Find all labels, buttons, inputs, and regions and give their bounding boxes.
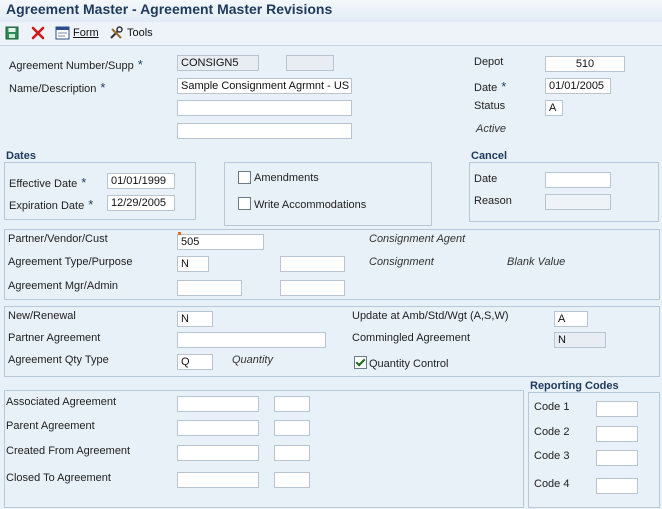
required-mark: * <box>81 175 87 190</box>
tools-menu-button[interactable]: Tools <box>109 25 153 41</box>
new-renewal-label: New/Renewal <box>8 310 76 322</box>
name-description-label-text: Name/Description <box>9 83 97 95</box>
reporting-codes-title: Reporting Codes <box>530 380 619 392</box>
cancel-reason-field[interactable] <box>545 194 611 210</box>
agreement-qty-type-description: Quantity <box>232 354 273 366</box>
agreement-type-description: Consignment <box>369 256 434 268</box>
depot-label: Depot <box>474 56 504 68</box>
required-marker-icon <box>178 232 181 235</box>
close-icon <box>31 26 45 40</box>
status-field[interactable]: A <box>545 100 563 116</box>
date-label: Date * <box>474 79 506 94</box>
associated-agreement-supp-field[interactable] <box>274 396 310 412</box>
new-renewal-field[interactable]: N <box>177 311 213 327</box>
status-label: Status <box>474 100 506 112</box>
code-4-label: Code 4 <box>534 478 570 490</box>
code-3-field[interactable] <box>596 450 638 466</box>
quantity-control-label: Quantity Control <box>369 358 449 370</box>
code-2-field[interactable] <box>596 426 638 442</box>
partner-description: Consignment Agent <box>369 233 466 245</box>
agreement-number-label-text: Agreement Number/Supp <box>9 60 134 72</box>
agreement-number-field[interactable]: CONSIGN5 <box>177 55 259 71</box>
expiration-date-label-text: Expiration Date <box>9 200 85 212</box>
form-menu-label: Form <box>73 27 99 39</box>
partner-agreement-field[interactable] <box>177 332 326 348</box>
closed-to-agreement-supp-field[interactable] <box>274 472 310 488</box>
agreement-supp-field[interactable] <box>286 55 334 71</box>
amendments-checkbox[interactable] <box>238 171 251 184</box>
parent-agreement-field[interactable] <box>177 420 259 436</box>
agreement-qty-type-label: Agreement Qty Type <box>8 354 109 366</box>
required-mark: * <box>100 80 106 95</box>
cancel-section-title: Cancel <box>471 150 508 162</box>
tools-menu-label: Tools <box>127 27 153 39</box>
agreement-number-label: Agreement Number/Supp * <box>9 57 143 72</box>
parent-agreement-label: Parent Agreement <box>6 420 95 432</box>
agreement-qty-type-field[interactable]: Q <box>177 354 213 370</box>
date-label-text: Date <box>474 82 498 94</box>
agreement-type-field[interactable]: N <box>177 256 209 272</box>
agreement-purpose-description: Blank Value <box>507 256 566 268</box>
effective-date-field[interactable]: 01/01/1999 <box>107 173 175 189</box>
effective-date-label: Effective Date * <box>9 175 86 190</box>
agreement-admin-field[interactable] <box>280 280 345 296</box>
dates-section-title: Dates <box>6 150 36 162</box>
quantity-control-checkbox[interactable] <box>354 356 367 369</box>
effective-date-label-text: Effective Date <box>9 178 78 190</box>
commingled-agreement-field[interactable]: N <box>554 332 606 348</box>
code-2-label: Code 2 <box>534 426 570 438</box>
code-4-field[interactable] <box>596 478 638 494</box>
title-bar: Agreement Master - Agreement Master Revi… <box>0 0 662 22</box>
save-button[interactable] <box>5 25 19 41</box>
closed-to-agreement-label: Closed To Agreement <box>6 472 111 484</box>
toolbar: Form Tools <box>0 22 662 46</box>
partner-agreement-label: Partner Agreement <box>8 332 101 344</box>
parent-agreement-supp-field[interactable] <box>274 420 310 436</box>
expiration-date-label: Expiration Date * <box>9 197 93 212</box>
write-accommodations-label: Write Accommodations <box>254 199 367 211</box>
date-field[interactable]: 01/01/2005 <box>545 78 611 94</box>
agreement-purpose-field[interactable] <box>280 256 345 272</box>
tools-icon <box>110 26 123 39</box>
code-1-field[interactable] <box>596 401 638 417</box>
agreement-type-purpose-label: Agreement Type/Purpose <box>8 256 133 268</box>
associated-agreement-field[interactable] <box>177 396 259 412</box>
code-1-label: Code 1 <box>534 401 570 413</box>
agreement-mgr-field[interactable] <box>177 280 242 296</box>
name-description-line2-field[interactable] <box>177 100 352 116</box>
required-mark: * <box>137 57 143 72</box>
required-mark: * <box>88 197 94 212</box>
name-description-line3-field[interactable] <box>177 123 352 139</box>
name-description-field[interactable]: Sample Consignment Agrmnt - US <box>177 78 352 94</box>
cancel-button[interactable] <box>31 25 45 41</box>
form-menu-button[interactable]: Form <box>55 25 99 41</box>
associated-agreement-label: Associated Agreement <box>6 396 117 408</box>
created-from-agreement-label: Created From Agreement <box>6 445 131 457</box>
write-accommodations-checkbox[interactable] <box>238 197 251 210</box>
partner-vendor-cust-field[interactable]: 505 <box>177 234 264 250</box>
status-description: Active <box>476 123 506 135</box>
name-description-label: Name/Description * <box>9 80 105 95</box>
update-at-amb-std-wgt-field[interactable]: A <box>554 311 588 327</box>
created-from-agreement-supp-field[interactable] <box>274 445 310 461</box>
update-at-amb-std-wgt-label: Update at Amb/Std/Wgt (A,S,W) <box>352 310 509 322</box>
amendments-label: Amendments <box>254 172 319 184</box>
cancel-reason-label: Reason <box>474 195 512 207</box>
commingled-agreement-label: Commingled Agreement <box>352 332 471 344</box>
save-icon <box>5 26 19 40</box>
code-3-label: Code 3 <box>534 450 570 462</box>
cancel-date-field[interactable] <box>545 172 611 188</box>
required-mark: * <box>501 79 507 94</box>
created-from-agreement-field[interactable] <box>177 445 259 461</box>
closed-to-agreement-field[interactable] <box>177 472 259 488</box>
cancel-panel <box>469 162 659 222</box>
agreement-mgr-admin-label: Agreement Mgr/Admin <box>8 280 119 292</box>
window-title: Agreement Master - Agreement Master Revi… <box>6 1 333 17</box>
depot-field[interactable]: 510 <box>545 56 625 72</box>
partner-vendor-cust-label: Partner/Vendor/Cust <box>8 233 108 245</box>
form-icon <box>55 26 70 40</box>
cancel-date-label: Date <box>474 173 498 185</box>
expiration-date-field[interactable]: 12/29/2005 <box>107 195 175 211</box>
